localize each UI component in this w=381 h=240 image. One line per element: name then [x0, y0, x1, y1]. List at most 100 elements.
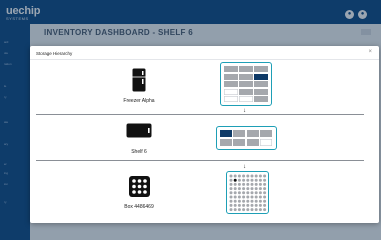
- position-dot: [233, 199, 237, 203]
- position-dot: [258, 195, 262, 199]
- storage-hierarchy-modal: Storage Hierarchy × Freezer Alpha ↓ Shel…: [30, 46, 379, 223]
- arrow-down-icon: ↓: [243, 164, 246, 170]
- shelf-slot: [224, 66, 238, 72]
- position-dot: [246, 195, 250, 199]
- position-dot: [242, 178, 246, 182]
- position-dot: [237, 178, 241, 182]
- position-dot: [237, 174, 241, 178]
- position-dot: [246, 199, 250, 203]
- box-layout: [226, 171, 269, 214]
- freezer-layout: [220, 62, 272, 106]
- position-dot: [242, 182, 246, 186]
- shelf-slot: [254, 81, 268, 87]
- shelf-slot: [254, 66, 268, 72]
- position-dot: [233, 187, 237, 191]
- position-dot: [258, 199, 262, 203]
- position-dot: [237, 182, 241, 186]
- position-dot: [250, 178, 254, 182]
- selected-position-dot: [233, 178, 237, 182]
- position-dot: [237, 187, 241, 191]
- position-dot: [246, 191, 250, 195]
- shelf-slot: [254, 96, 268, 102]
- position-dot: [263, 208, 267, 212]
- level-divider: [36, 160, 364, 161]
- shelf-slot: [254, 88, 268, 95]
- position-dot: [237, 208, 241, 212]
- position-dot: [263, 178, 267, 182]
- box-slot: [233, 129, 245, 137]
- position-dot: [250, 208, 254, 212]
- position-dot: [246, 208, 250, 212]
- position-dot: [263, 203, 267, 207]
- position-dot: [233, 182, 237, 186]
- position-dot: [250, 199, 254, 203]
- position-dot: [246, 178, 250, 182]
- box-slot: [233, 138, 245, 146]
- box-slot: [246, 129, 259, 137]
- position-dot: [229, 191, 233, 195]
- position-dot: [229, 199, 233, 203]
- position-dot: [258, 182, 262, 186]
- position-dot: [250, 195, 254, 199]
- box-slot: [219, 138, 232, 146]
- position-dot: [254, 191, 258, 195]
- position-dot: [246, 187, 250, 191]
- position-dot: [233, 203, 237, 207]
- position-dot: [242, 199, 246, 203]
- position-dot: [242, 203, 246, 207]
- position-dot: [242, 191, 246, 195]
- shelf-slot: [239, 73, 253, 80]
- shelf-slot: [239, 88, 253, 95]
- position-dot: [242, 195, 246, 199]
- position-dot: [229, 182, 233, 186]
- divider: [30, 59, 379, 60]
- position-dot: [229, 208, 233, 212]
- arrow-down-icon: ↓: [243, 108, 246, 114]
- position-dot: [254, 182, 258, 186]
- position-dot: [258, 187, 262, 191]
- shelf-slot: [224, 73, 238, 80]
- position-dot: [258, 208, 262, 212]
- position-dot: [254, 178, 258, 182]
- position-dot: [254, 174, 258, 178]
- position-dot: [246, 203, 250, 207]
- position-dot: [237, 203, 241, 207]
- freezer-icon: [132, 68, 146, 97]
- position-dot: [233, 191, 237, 195]
- level-label-freezer: Freezer Alpha: [123, 98, 155, 104]
- position-dot: [263, 199, 267, 203]
- shelf-slot: [224, 88, 238, 95]
- box-slot: [246, 138, 259, 146]
- box-slot: [260, 138, 272, 146]
- modal-title: Storage Hierarchy: [36, 51, 73, 56]
- box-slot: [260, 129, 272, 137]
- position-dot: [258, 191, 262, 195]
- position-dot: [242, 174, 246, 178]
- level-label-box: Box 4486469: [124, 204, 154, 210]
- level-label-shelf: Shelf 6: [131, 149, 147, 155]
- close-icon[interactable]: ×: [368, 49, 372, 55]
- selected-shelf-slot: [254, 73, 268, 80]
- position-dot: [263, 191, 267, 195]
- position-dot: [250, 203, 254, 207]
- shelf-slot: [224, 96, 238, 102]
- position-dot: [229, 195, 233, 199]
- position-dot: [263, 187, 267, 191]
- shelf-slot: [239, 66, 253, 72]
- position-dot: [250, 174, 254, 178]
- position-dot: [237, 195, 241, 199]
- position-dot: [250, 191, 254, 195]
- position-dot: [254, 199, 258, 203]
- position-dot: [237, 199, 241, 203]
- shelf-icon: [126, 123, 152, 143]
- shelf-slot: [239, 81, 253, 87]
- position-dot: [258, 178, 262, 182]
- position-dot: [233, 195, 237, 199]
- position-dot: [242, 187, 246, 191]
- position-dot: [242, 208, 246, 212]
- position-dot: [258, 174, 262, 178]
- selected-box-slot: [219, 129, 232, 137]
- position-dot: [263, 182, 267, 186]
- position-dot: [237, 191, 241, 195]
- position-dot: [254, 203, 258, 207]
